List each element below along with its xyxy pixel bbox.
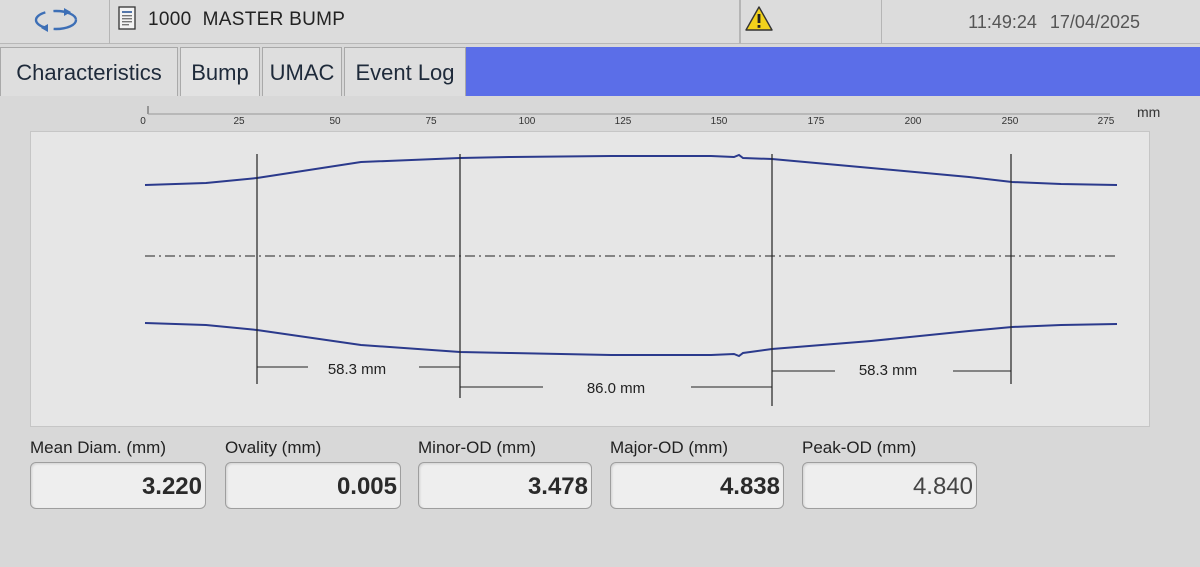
readout-value: 3.478 bbox=[527, 473, 588, 500]
readout-box: 3.220 bbox=[30, 462, 206, 509]
readout-label: Peak-OD (mm) bbox=[802, 438, 917, 457]
dimension-label-left: 58.3 mm bbox=[328, 361, 386, 378]
ruler-tick: 75 bbox=[425, 116, 437, 127]
readout-box: 4.840 bbox=[802, 462, 977, 509]
ruler-tick: 150 bbox=[710, 116, 728, 127]
tab-bump[interactable]: Bump bbox=[180, 47, 260, 96]
profile-drawing: 58.3 mm 86.0 mm 58.3 mm bbox=[144, 153, 1118, 406]
ruler-tick: 200 bbox=[904, 116, 922, 127]
ruler-tick: 50 bbox=[329, 116, 341, 127]
tab-event-log[interactable]: Event Log bbox=[344, 47, 466, 96]
ruler-tick: 25 bbox=[233, 116, 245, 127]
dimension-label-right: 58.3 mm bbox=[859, 362, 917, 379]
ruler-tick: 100 bbox=[518, 116, 536, 127]
readout-value: 3.220 bbox=[141, 473, 202, 500]
ruler-tick: 250 bbox=[1001, 116, 1019, 127]
readout-value: 4.838 bbox=[719, 473, 780, 500]
warning-icon[interactable] bbox=[744, 5, 774, 33]
bump-screen: 1000 MASTER BUMP 11:49:24 17/04/2025 Cha… bbox=[0, 0, 1200, 567]
ruler: 0 25 50 75 100 125 150 175 200 250 275 m… bbox=[0, 96, 1200, 130]
profile-panel: 58.3 mm 86.0 mm 58.3 mm bbox=[30, 131, 1150, 427]
tab-bar: Characteristics Bump UMAC Event Log bbox=[0, 44, 1200, 96]
clock-time: 11:49:24 bbox=[968, 12, 1037, 32]
upper-profile-line bbox=[144, 153, 1118, 186]
dimension-left: 58.3 mm bbox=[257, 361, 460, 378]
ruler-tick: 175 bbox=[807, 116, 825, 127]
document-icon bbox=[118, 6, 136, 30]
refresh-icon[interactable] bbox=[28, 6, 84, 34]
readout-label: Ovality (mm) bbox=[225, 438, 322, 457]
readout-value: 4.840 bbox=[912, 473, 973, 500]
readout-box: 4.838 bbox=[610, 462, 784, 509]
dimension-right: 58.3 mm bbox=[772, 362, 1011, 379]
readout-label: Minor-OD (mm) bbox=[418, 438, 537, 457]
readout-box: 0.005 bbox=[225, 462, 401, 509]
readout-value: 0.005 bbox=[336, 473, 397, 500]
tab-bar-fill bbox=[466, 47, 1200, 96]
readout-label: Major-OD (mm) bbox=[610, 438, 729, 457]
ruler-tick: 125 bbox=[614, 116, 632, 127]
tab-characteristics[interactable]: Characteristics bbox=[0, 47, 178, 96]
ruler-line bbox=[147, 106, 1110, 115]
recipe-title: 1000 MASTER BUMP bbox=[148, 9, 346, 30]
ruler-tick: 0 bbox=[140, 116, 146, 127]
clock: 11:49:24 17/04/2025 bbox=[968, 12, 1140, 33]
dimension-center: 86.0 mm bbox=[460, 380, 772, 397]
dimension-label-center: 86.0 mm bbox=[587, 380, 645, 397]
ruler-tick: 275 bbox=[1097, 116, 1115, 127]
tab-umac[interactable]: UMAC bbox=[262, 47, 342, 96]
top-bar: 1000 MASTER BUMP 11:49:24 17/04/2025 bbox=[0, 0, 1200, 44]
ruler-unit: mm bbox=[1137, 104, 1161, 120]
readout-box: 3.478 bbox=[418, 462, 592, 509]
readout-label: Mean Diam. (mm) bbox=[30, 438, 167, 457]
clock-date: 17/04/2025 bbox=[1049, 12, 1140, 32]
lower-profile-line bbox=[144, 322, 1118, 358]
